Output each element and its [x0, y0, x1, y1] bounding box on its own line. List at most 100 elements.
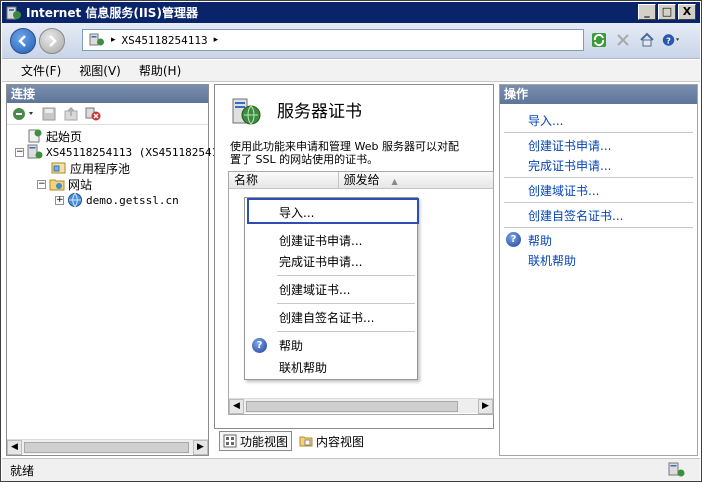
server-icon: [27, 144, 43, 160]
status-server-icon: [668, 462, 685, 477]
connections-panel: 连接 起始页 − XS45118254113 (XS451182541 应用程序…: [6, 84, 218, 456]
actions-separator: [504, 202, 693, 203]
tree-label: demo.getssl.cn: [86, 193, 179, 207]
address-separator: ▸: [111, 35, 116, 45]
tree-item-site-demo[interactable]: + demo.getssl.cn: [7, 192, 208, 208]
app-pools-icon: [51, 160, 67, 176]
actions-separator: [504, 227, 693, 228]
tree-item-server[interactable]: − XS45118254113 (XS451182541: [7, 144, 218, 160]
list-header: 名称 颁发给 ▲: [229, 172, 493, 189]
forward-arrow-icon: [49, 35, 57, 47]
scroll-left-arrow-icon[interactable]: ◀: [7, 440, 22, 455]
action-create-self-signed[interactable]: 创建自签名证书...: [528, 207, 623, 224]
view-tabs: 功能视图 内容视图: [219, 431, 367, 451]
back-button[interactable]: [10, 28, 36, 54]
menu-separator: [277, 303, 415, 304]
tab-content-view[interactable]: 内容视图: [296, 431, 367, 451]
address-dropdown-arrow[interactable]: ▸: [214, 35, 219, 45]
address-path[interactable]: XS45118254113: [122, 34, 208, 47]
tree-item-sites[interactable]: − 网站: [7, 176, 208, 192]
status-text: 就绪: [10, 464, 35, 478]
navigation-bar: ▸ XS45118254113 ▸ ?: [2, 23, 700, 59]
menu-separator: [277, 275, 415, 276]
maximize-button[interactable]: □: [658, 4, 676, 20]
tree-label: 起始页: [46, 129, 83, 144]
action-create-request[interactable]: 创建证书申请...: [528, 137, 611, 154]
window-title: Internet 信息服务(IIS)管理器: [26, 6, 198, 20]
action-help[interactable]: 帮助: [528, 232, 552, 249]
menu-item-import[interactable]: 导入...: [279, 204, 314, 221]
close-button[interactable]: X: [678, 4, 696, 20]
menu-item-create-self-signed[interactable]: 创建自签名证书...: [279, 309, 374, 326]
menu-item-create-request[interactable]: 创建证书申请...: [279, 232, 362, 249]
svg-text:?: ?: [666, 35, 671, 45]
tree-label: 应用程序池: [70, 161, 131, 176]
iis-app-icon: [6, 6, 21, 19]
tab-label: 功能视图: [240, 434, 289, 449]
save-icon[interactable]: [41, 106, 57, 122]
tree-item-start-page[interactable]: 起始页: [7, 128, 208, 144]
action-create-domain-cert[interactable]: 创建域证书...: [528, 182, 599, 199]
menu-separator: [277, 331, 415, 332]
column-label: 颁发给: [343, 173, 380, 187]
website-globe-icon: [67, 192, 83, 208]
scroll-thumb[interactable]: [24, 442, 189, 453]
description-line: 置了 SSL 的网站使用的证书。: [230, 153, 379, 166]
connect-icon[interactable]: [11, 106, 35, 122]
menu-item-create-domain-cert[interactable]: 创建域证书...: [279, 281, 350, 298]
server-icon: [89, 33, 104, 46]
collapse-toggle[interactable]: −: [15, 147, 24, 157]
menu-item-help[interactable]: 帮助: [279, 337, 303, 354]
tree-item-app-pools[interactable]: 应用程序池: [7, 160, 208, 176]
tab-label: 内容视图: [316, 434, 365, 449]
tree-label: XS45118254113 (XS451182541: [46, 145, 219, 159]
tree-label: 网站: [68, 177, 93, 192]
scroll-left-arrow-icon[interactable]: ◀: [229, 399, 244, 414]
menu-item-online-help[interactable]: 联机帮助: [279, 359, 327, 376]
scroll-thumb[interactable]: [246, 401, 458, 412]
back-arrow-icon: [18, 35, 26, 47]
server-certificates-icon: [232, 98, 261, 125]
action-online-help[interactable]: 联机帮助: [528, 252, 576, 269]
action-import[interactable]: 导入...: [528, 112, 563, 129]
start-page-icon: [27, 128, 43, 144]
up-level-icon[interactable]: [63, 106, 79, 122]
stop-icon[interactable]: [614, 31, 632, 49]
sites-folder-icon: [49, 176, 65, 192]
connections-tree: 起始页 − XS45118254113 (XS451182541 应用程序池 −: [7, 125, 218, 208]
feature-description: 使用此功能来申请和管理 Web 服务器可以对配 置了 SSL 的网站使用的证书。: [230, 140, 490, 166]
content-view-icon: [299, 436, 313, 447]
column-issued-to[interactable]: 颁发给 ▲: [339, 172, 493, 189]
highlighted-menu-item: [247, 198, 419, 224]
menu-item-complete-request[interactable]: 完成证书申请...: [279, 253, 362, 270]
list-horizontal-scrollbar[interactable]: ◀ ▶: [229, 398, 493, 414]
tab-features-view[interactable]: 功能视图: [219, 431, 293, 451]
menu-file[interactable]: 文件(F): [2, 62, 70, 79]
address-bar[interactable]: ▸ XS45118254113 ▸: [82, 29, 584, 51]
collapse-toggle[interactable]: −: [37, 179, 46, 189]
minimize-button[interactable]: _: [638, 4, 656, 20]
menu-bar: 文件(F) 视图(V) 帮助(H): [2, 60, 700, 82]
column-name[interactable]: 名称: [229, 172, 339, 189]
refresh-icon[interactable]: [590, 31, 608, 49]
forward-button[interactable]: [39, 28, 65, 54]
scroll-right-arrow-icon[interactable]: ▶: [193, 440, 208, 455]
connections-toolbar: [7, 103, 208, 125]
description-line: 使用此功能来申请和管理 Web 服务器可以对配: [230, 140, 459, 153]
scroll-right-arrow-icon[interactable]: ▶: [478, 399, 493, 414]
menu-help[interactable]: 帮助(H): [130, 62, 190, 79]
expand-toggle[interactable]: +: [55, 195, 64, 205]
actions-header: 操作: [500, 85, 697, 104]
sort-indicator-icon: ▲: [391, 177, 398, 186]
help-dropdown-icon[interactable]: ?: [662, 31, 680, 49]
menu-view[interactable]: 视图(V): [70, 62, 130, 79]
help-icon: ?: [506, 232, 521, 247]
actions-separator: [504, 177, 693, 178]
context-menu: 导入... 创建证书申请... 完成证书申请... 创建域证书... 创建自签名…: [244, 197, 419, 380]
home-icon[interactable]: [638, 31, 656, 49]
status-bar: 就绪: [2, 458, 700, 481]
connections-horizontal-scrollbar[interactable]: ◀ ▶: [7, 439, 208, 455]
disconnect-icon[interactable]: [85, 106, 101, 122]
actions-separator: [504, 132, 693, 133]
action-complete-request[interactable]: 完成证书申请...: [528, 157, 611, 174]
